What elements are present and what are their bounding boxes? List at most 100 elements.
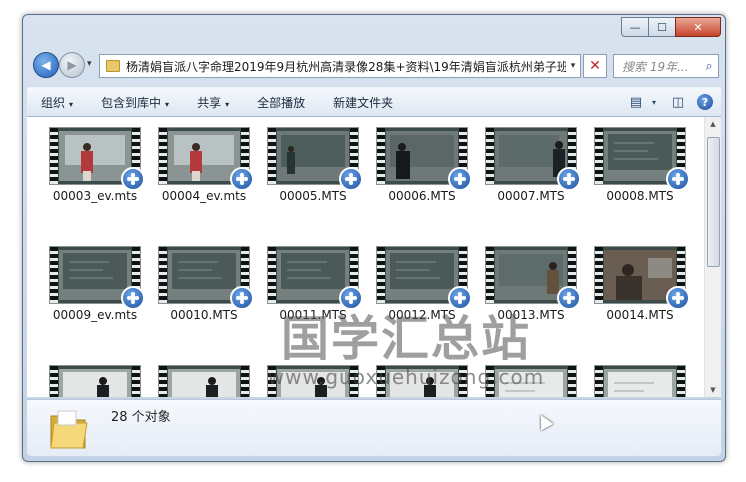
file-item[interactable]: 00011.MTS [263,246,363,356]
file-item[interactable]: 00013.MTS [481,246,581,356]
file-item[interactable]: 00012.MTS [372,246,472,356]
file-item[interactable]: 00006.MTS [372,127,472,237]
file-name[interactable]: 00014.MTS [590,308,690,322]
filmstrip-edge [159,128,167,184]
video-frame [386,131,458,181]
file-item[interactable]: 00003_ev.mts [45,127,145,237]
filmstrip-edge [50,128,58,184]
filmstrip-edge [159,366,167,397]
view-options-dropdown[interactable]: ▾ [649,93,659,111]
video-thumbnail[interactable] [376,365,468,397]
chevron-down-icon: ▾ [225,99,230,109]
video-frame [277,250,349,300]
organize-menu[interactable]: 组织 ▾ [27,94,87,111]
command-bar: 组织 ▾ 包含到库中 ▾ 共享 ▾ 全部播放 新建文件夹 ▤ ▾ ◫ ? [27,87,721,117]
media-player-icon [557,167,581,191]
navigation-bar: ◀ ▶ ▾ 杨清娟盲派八字命理2019年9月杭州高清录像28集+资料\19年清娟… [29,49,719,81]
vertical-scrollbar[interactable]: ▲ ▼ [704,117,721,397]
search-input[interactable]: 搜索 19年... [614,58,700,75]
help-icon[interactable]: ? [697,94,713,110]
chevron-down-icon: ▾ [165,99,170,109]
file-name[interactable]: 00011.MTS [263,308,363,322]
search-icon[interactable]: ⌕ [700,59,718,74]
file-name[interactable]: 00012.MTS [372,308,472,322]
filmstrip-edge [241,366,249,397]
video-thumbnail[interactable] [594,365,686,397]
media-player-icon [339,286,363,310]
file-name[interactable]: 00006.MTS [372,189,472,203]
search-box[interactable]: 搜索 19年... ⌕ [613,54,719,78]
video-thumbnail[interactable] [267,365,359,397]
file-item[interactable]: 00007.MTS [481,127,581,237]
play-all-button[interactable]: 全部播放 [243,94,319,111]
file-item[interactable]: 00014.MTS [590,246,690,356]
media-player-icon [448,286,472,310]
file-item[interactable] [154,365,254,397]
video-frame [59,369,131,397]
video-frame [59,131,131,181]
minimize-button[interactable]: — [621,17,649,37]
file-item[interactable] [481,365,581,397]
video-frame [495,369,567,397]
filmstrip-edge [486,128,494,184]
stop-button[interactable]: ✕ [583,54,607,78]
details-pane: 28 个对象 [27,399,721,456]
media-player-icon [230,167,254,191]
filmstrip-edge [377,247,385,303]
file-item[interactable] [372,365,472,397]
share-menu[interactable]: 共享 ▾ [183,94,243,111]
recent-pages-dropdown[interactable]: ▾ [87,59,92,69]
video-thumbnail[interactable] [485,365,577,397]
change-view-icon[interactable]: ▤ [625,93,647,111]
maximize-button[interactable]: ☐ [648,17,676,37]
video-frame [59,250,131,300]
file-name[interactable]: 00008.MTS [590,189,690,203]
video-thumbnail[interactable] [49,365,141,397]
media-player-icon [666,286,690,310]
filmstrip-edge [595,247,603,303]
address-bar[interactable]: 杨清娟盲派八字命理2019年9月杭州高清录像28集+资料\19年清娟盲派杭州弟子… [99,54,581,78]
address-path[interactable]: 杨清娟盲派八字命理2019年9月杭州高清录像28集+资料\19年清娟盲派杭州弟子… [126,58,566,75]
file-name[interactable]: 00005.MTS [263,189,363,203]
media-player-icon [339,167,363,191]
file-item[interactable] [263,365,363,397]
file-item[interactable] [45,365,145,397]
file-name[interactable]: 00009_ev.mts [45,308,145,322]
filmstrip-edge [268,128,276,184]
media-player-icon [666,167,690,191]
filmstrip-edge [159,247,167,303]
filmstrip-edge [595,366,603,397]
view-controls: ▤ ▾ ◫ ? [617,93,721,111]
file-name[interactable]: 00013.MTS [481,308,581,322]
video-frame [495,250,567,300]
filmstrip-edge [486,366,494,397]
explorer-window: — ☐ ✕ ◀ ▶ ▾ 杨清娟盲派八字命理2019年9月杭州高清录像28集+资料… [22,14,726,462]
forward-button[interactable]: ▶ [59,52,85,78]
back-button[interactable]: ◀ [33,52,59,78]
filmstrip-edge [377,366,385,397]
media-player-icon [121,286,145,310]
file-item[interactable] [590,365,690,397]
file-name[interactable]: 00004_ev.mts [154,189,254,203]
file-name[interactable]: 00010.MTS [154,308,254,322]
scrollbar-thumb[interactable] [707,137,720,267]
new-folder-button[interactable]: 新建文件夹 [319,94,407,111]
filmstrip-edge [677,366,685,397]
include-in-library-menu[interactable]: 包含到库中 ▾ [87,94,183,111]
file-name[interactable]: 00007.MTS [481,189,581,203]
scroll-up-icon[interactable]: ▲ [705,117,721,131]
file-name[interactable]: 00003_ev.mts [45,189,145,203]
file-item[interactable]: 00009_ev.mts [45,246,145,356]
file-item[interactable]: 00010.MTS [154,246,254,356]
video-frame [604,131,676,181]
video-thumbnail[interactable] [158,365,250,397]
video-frame [168,250,240,300]
file-item[interactable]: 00005.MTS [263,127,363,237]
preview-pane-icon[interactable]: ◫ [667,93,689,111]
close-button[interactable]: ✕ [675,17,721,37]
address-dropdown-icon[interactable]: ▾ [566,61,580,71]
scroll-down-icon[interactable]: ▼ [705,383,721,397]
filmstrip-edge [595,128,603,184]
file-item[interactable]: 00008.MTS [590,127,690,237]
file-item[interactable]: 00004_ev.mts [154,127,254,237]
